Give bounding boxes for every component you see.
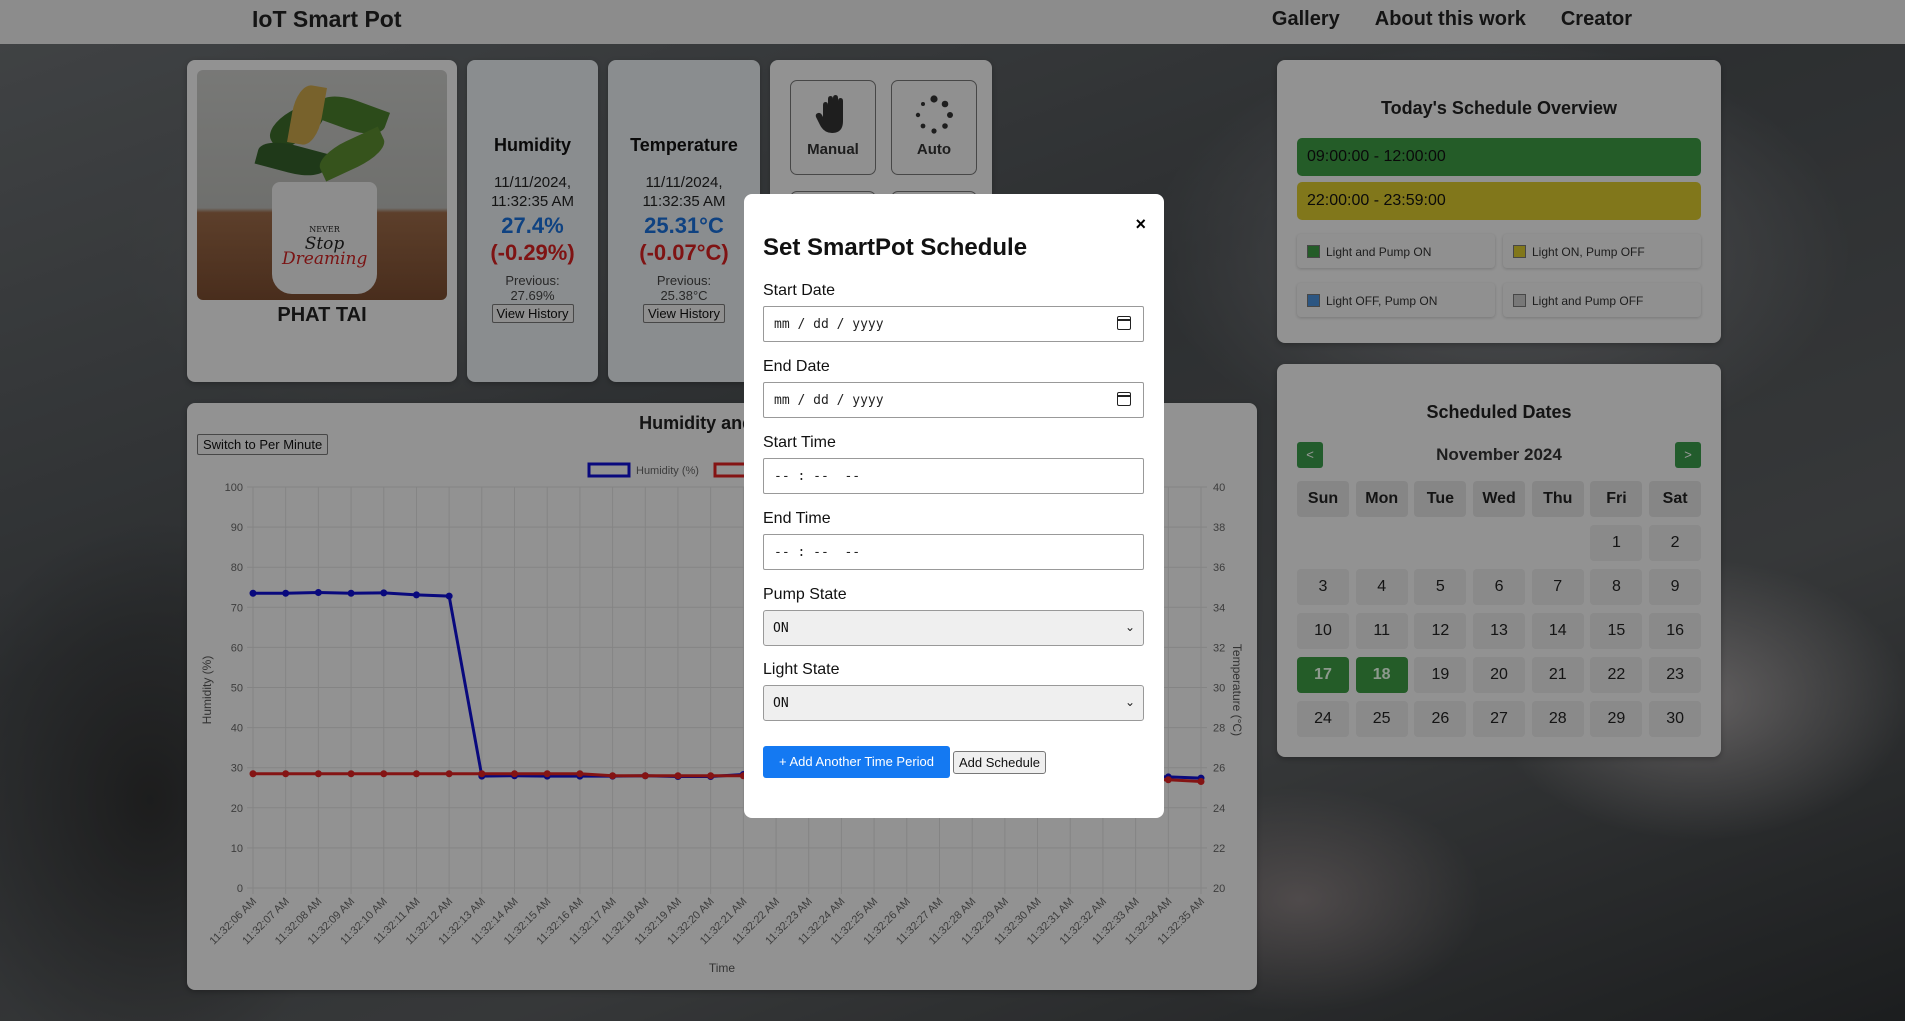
end-time-placeholder: -- : -- --: [774, 545, 861, 560]
chevron-down-icon: ⌄: [1124, 695, 1135, 709]
start-date-label: Start Date: [763, 282, 836, 299]
end-date-label: End Date: [763, 358, 830, 375]
end-date-placeholder: mm / dd / yyyy: [774, 393, 884, 408]
close-icon[interactable]: ×: [1135, 214, 1146, 235]
start-time-input[interactable]: -- : -- --: [763, 458, 1144, 494]
pump-state-select[interactable]: ON ⌄: [763, 610, 1144, 646]
start-date-input[interactable]: mm / dd / yyyy: [763, 306, 1144, 342]
light-state-select[interactable]: ON ⌄: [763, 685, 1144, 721]
add-schedule-button[interactable]: Add Schedule: [953, 751, 1046, 774]
start-time-label: Start Time: [763, 434, 836, 451]
start-time-placeholder: -- : -- --: [774, 469, 861, 484]
pump-state-value: ON: [773, 621, 789, 636]
add-time-period-button[interactable]: + Add Another Time Period: [763, 746, 950, 778]
calendar-icon[interactable]: [1117, 392, 1131, 406]
light-state-label: Light State: [763, 661, 840, 678]
start-date-placeholder: mm / dd / yyyy: [774, 317, 884, 332]
modal-title: Set SmartPot Schedule: [763, 234, 1028, 261]
end-date-input[interactable]: mm / dd / yyyy: [763, 382, 1144, 418]
schedule-modal: × Set SmartPot Schedule Start Date mm / …: [744, 194, 1164, 818]
end-time-label: End Time: [763, 510, 831, 527]
light-state-value: ON: [773, 696, 789, 711]
end-time-input[interactable]: -- : -- --: [763, 534, 1144, 570]
calendar-icon[interactable]: [1117, 316, 1131, 330]
chevron-down-icon: ⌄: [1124, 620, 1135, 634]
pump-state-label: Pump State: [763, 586, 847, 603]
